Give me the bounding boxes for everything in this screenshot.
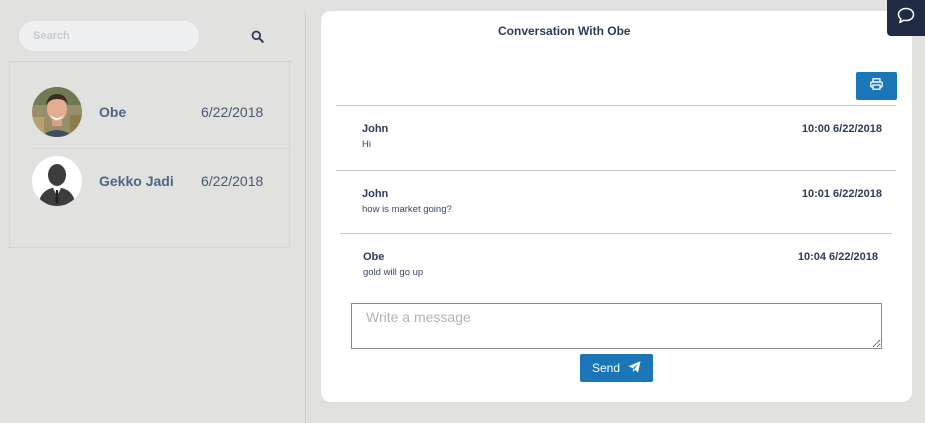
message-time: 10:01 6/22/2018 bbox=[801, 188, 882, 200]
message-author: Obe bbox=[363, 251, 385, 263]
avatar bbox=[32, 87, 82, 137]
contact-date: 6/22/2018 bbox=[201, 173, 264, 189]
avatar bbox=[32, 156, 82, 206]
message-item: Obe gold will go up bbox=[363, 251, 423, 278]
conversation-title: Conversation With Obe bbox=[498, 24, 631, 38]
message-author: John bbox=[362, 123, 389, 135]
chat-bubble-icon bbox=[897, 7, 915, 29]
send-label: Send bbox=[591, 361, 621, 375]
message-divider bbox=[336, 170, 896, 171]
search-icon[interactable] bbox=[251, 30, 264, 43]
panel-divider bbox=[305, 12, 306, 423]
chat-toggle-button[interactable] bbox=[887, 0, 925, 36]
print-icon bbox=[870, 77, 883, 95]
message-divider bbox=[340, 233, 892, 234]
message-author: John bbox=[362, 188, 389, 200]
message-text: how is market going? bbox=[362, 204, 452, 215]
contact-item-obe[interactable]: Obe 6/22/2018 bbox=[10, 77, 290, 143]
message-text: Hi bbox=[362, 139, 371, 150]
search-input[interactable] bbox=[19, 21, 199, 51]
message-time: 10:00 6/22/2018 bbox=[801, 123, 882, 135]
message-item: John how is market going? bbox=[362, 188, 452, 215]
send-button[interactable]: Send bbox=[580, 354, 653, 382]
paper-plane-icon bbox=[628, 360, 641, 376]
conversation-panel: Conversation With Obe John Hi 10:00 6/22… bbox=[321, 11, 912, 402]
contact-item-gekko-jadi[interactable]: Gekko Jadi 6/22/2018 bbox=[10, 146, 290, 212]
contact-list: Obe 6/22/2018 Gekko Jadi 6/22/2018 bbox=[9, 62, 290, 248]
print-button[interactable] bbox=[856, 72, 897, 100]
message-item: John Hi bbox=[362, 123, 388, 150]
contact-name: Obe bbox=[99, 104, 127, 120]
contact-date: 6/22/2018 bbox=[201, 104, 264, 120]
message-time: 10:04 6/22/2018 bbox=[797, 251, 878, 263]
message-divider bbox=[336, 105, 896, 106]
message-text: gold will go up bbox=[363, 267, 424, 278]
contact-name: Gekko Jadi bbox=[99, 173, 174, 189]
message-input[interactable] bbox=[351, 303, 882, 349]
